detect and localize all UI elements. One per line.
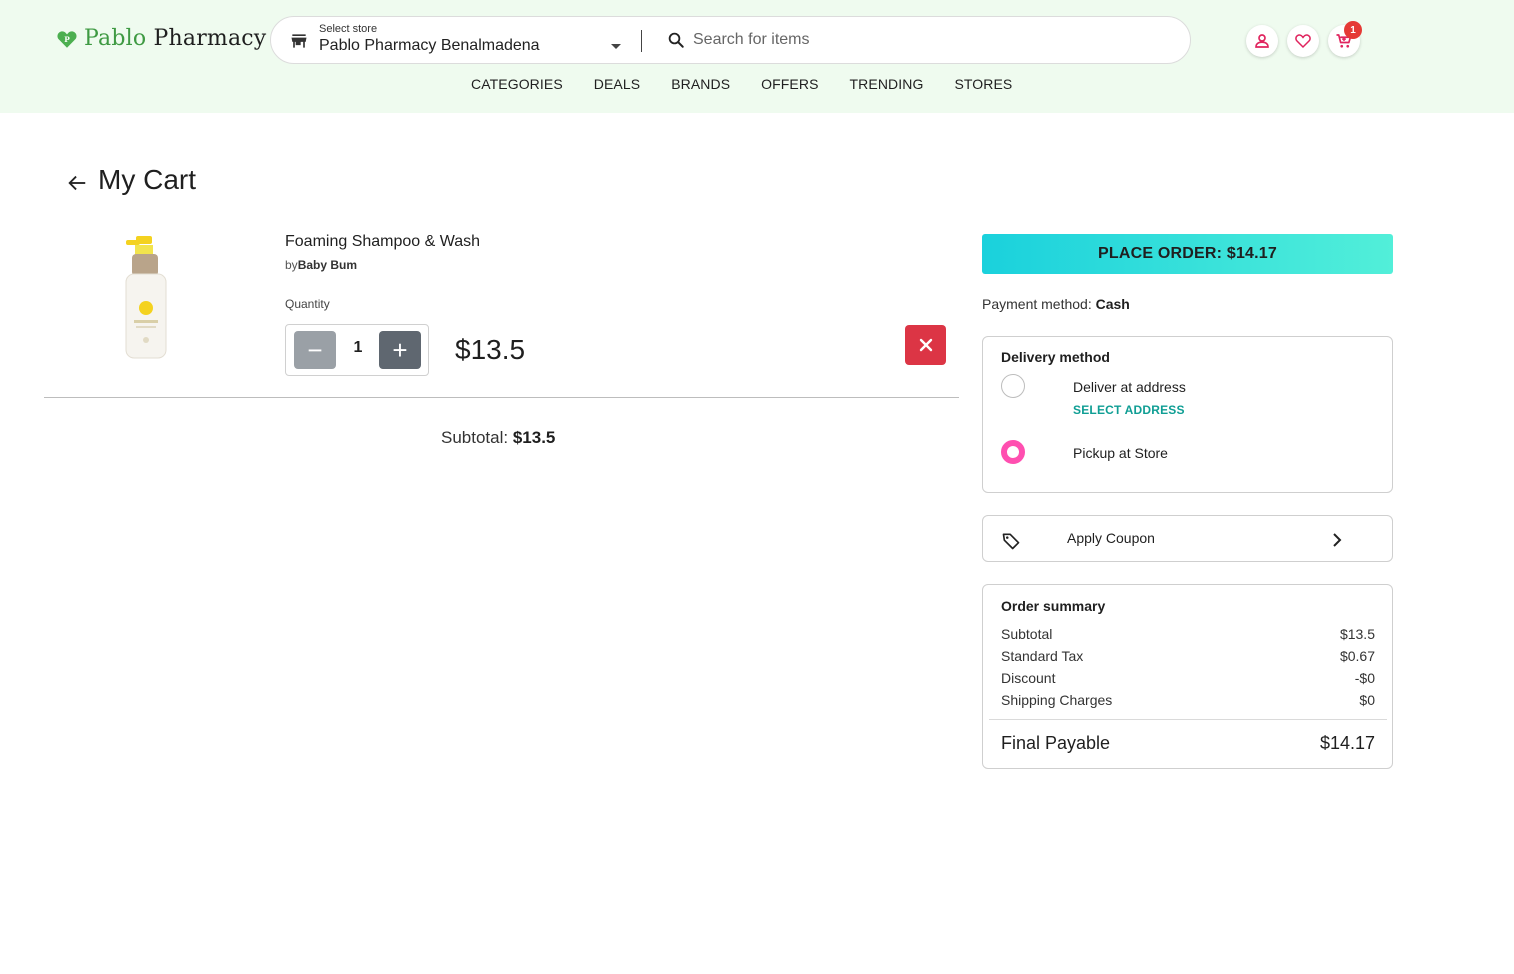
select-address-link[interactable]: SELECT ADDRESS	[1073, 403, 1185, 417]
summary-divider	[989, 719, 1387, 720]
apply-coupon-label: Apply Coupon	[1067, 530, 1155, 546]
summary-row-tax: Standard Tax $0.67	[1001, 648, 1375, 664]
brand-name: Pablo Pharmacy	[84, 26, 266, 51]
close-icon	[919, 338, 932, 352]
place-order-button[interactable]: PLACE ORDER: $14.17	[982, 234, 1393, 274]
account-button[interactable]	[1246, 25, 1278, 57]
final-payable-label: Final Payable	[1001, 733, 1111, 753]
nav-deals[interactable]: DEALS	[594, 76, 640, 92]
item-price: $13.5	[455, 334, 526, 365]
chevron-right-icon	[1333, 533, 1342, 547]
payment-method-label: Payment method:	[982, 296, 1096, 312]
quantity-stepper: − 1 +	[285, 324, 429, 376]
product-brand-name: Baby Bum	[297, 258, 358, 272]
main-nav: CATEGORIES DEALS BRANDS OFFERS TRENDING …	[471, 76, 1043, 92]
cart-subtotal-label: Subtotal:	[441, 428, 513, 447]
svg-text:P: P	[64, 34, 70, 43]
cart-subtotal-value: $13.5	[512, 428, 556, 447]
pickup-at-store-label[interactable]: Pickup at Store	[1073, 445, 1168, 461]
heart-icon	[1295, 34, 1311, 49]
summary-row-value: $0.67	[1339, 648, 1375, 664]
delivery-method-card: Delivery method Deliver at address SELEC…	[982, 336, 1393, 493]
quantity-value: 1	[353, 339, 363, 356]
heart-logo-icon: P	[57, 30, 77, 48]
store-select-label: Select store	[319, 23, 378, 35]
pickup-at-store-radio[interactable]	[1001, 440, 1025, 464]
order-summary-card: Order summary Subtotal $13.5 Standard Ta…	[982, 584, 1393, 769]
increase-quantity-button[interactable]: +	[379, 331, 421, 369]
nav-categories[interactable]: CATEGORIES	[471, 76, 563, 92]
search-divider	[641, 30, 642, 52]
back-arrow-icon[interactable]	[66, 172, 88, 194]
item-divider	[44, 397, 959, 398]
brand-logo[interactable]: P Pablo Pharmacy	[56, 26, 266, 51]
nav-offers[interactable]: OFFERS	[761, 76, 818, 92]
nav-trending[interactable]: TRENDING	[850, 76, 924, 92]
user-icon	[1255, 34, 1269, 48]
final-payable-row: Final Payable $14.17	[1001, 733, 1375, 754]
deliver-at-address-radio[interactable]	[1001, 374, 1025, 398]
cart-subtotal: Subtotal: $13.5	[441, 428, 555, 448]
store-icon	[291, 34, 307, 48]
payment-method-value: Cash	[1095, 296, 1130, 312]
product-image[interactable]	[118, 236, 174, 360]
product-name[interactable]: Foaming Shampoo & Wash	[285, 233, 480, 251]
apply-coupon-button[interactable]: Apply Coupon	[982, 515, 1393, 562]
search-input[interactable]	[693, 28, 1173, 52]
summary-row-label: Subtotal	[1001, 626, 1053, 642]
summary-row-subtotal: Subtotal $13.5	[1001, 626, 1375, 642]
store-select[interactable]: Pablo Pharmacy Benalmadena	[319, 37, 540, 55]
summary-row-label: Standard Tax	[1001, 648, 1084, 664]
page-title: My Cart	[98, 164, 196, 195]
decrease-quantity-button[interactable]: −	[294, 331, 336, 369]
delivery-method-title: Delivery method	[1001, 349, 1110, 365]
top-header: P Pablo Pharmacy Select store Pablo Phar…	[0, 0, 1514, 113]
final-payable-value: $14.17	[1319, 733, 1375, 753]
summary-row-shipping: Shipping Charges $0	[1001, 692, 1375, 708]
order-summary-title: Order summary	[1001, 598, 1106, 614]
search-icon[interactable]	[667, 31, 685, 49]
payment-method: Payment method: Cash	[982, 296, 1130, 312]
deliver-at-address-label[interactable]: Deliver at address	[1073, 379, 1186, 395]
product-brand: byBaby Bum	[285, 258, 357, 272]
tag-icon	[1002, 533, 1020, 550]
summary-row-value: $13.5	[1339, 626, 1375, 642]
chevron-down-icon[interactable]	[611, 44, 621, 49]
product-brand-prefix: by	[285, 258, 298, 272]
summary-row-value: $0	[1359, 692, 1375, 708]
brand-name-part2: Pharmacy	[153, 26, 267, 51]
summary-row-discount: Discount -$0	[1001, 670, 1375, 686]
store-search-bar: Select store Pablo Pharmacy Benalmadena	[270, 16, 1191, 64]
wishlist-button[interactable]	[1287, 25, 1319, 57]
summary-row-label: Discount	[1001, 670, 1056, 686]
nav-stores[interactable]: STORES	[954, 76, 1012, 92]
cart-count-badge: 1	[1344, 21, 1362, 39]
quantity-label: Quantity	[285, 297, 330, 311]
summary-row-value: -$0	[1354, 670, 1375, 686]
summary-row-label: Shipping Charges	[1001, 692, 1113, 708]
remove-item-button[interactable]	[905, 325, 946, 365]
brand-name-part1: Pablo	[84, 26, 147, 51]
nav-brands[interactable]: BRANDS	[671, 76, 730, 92]
